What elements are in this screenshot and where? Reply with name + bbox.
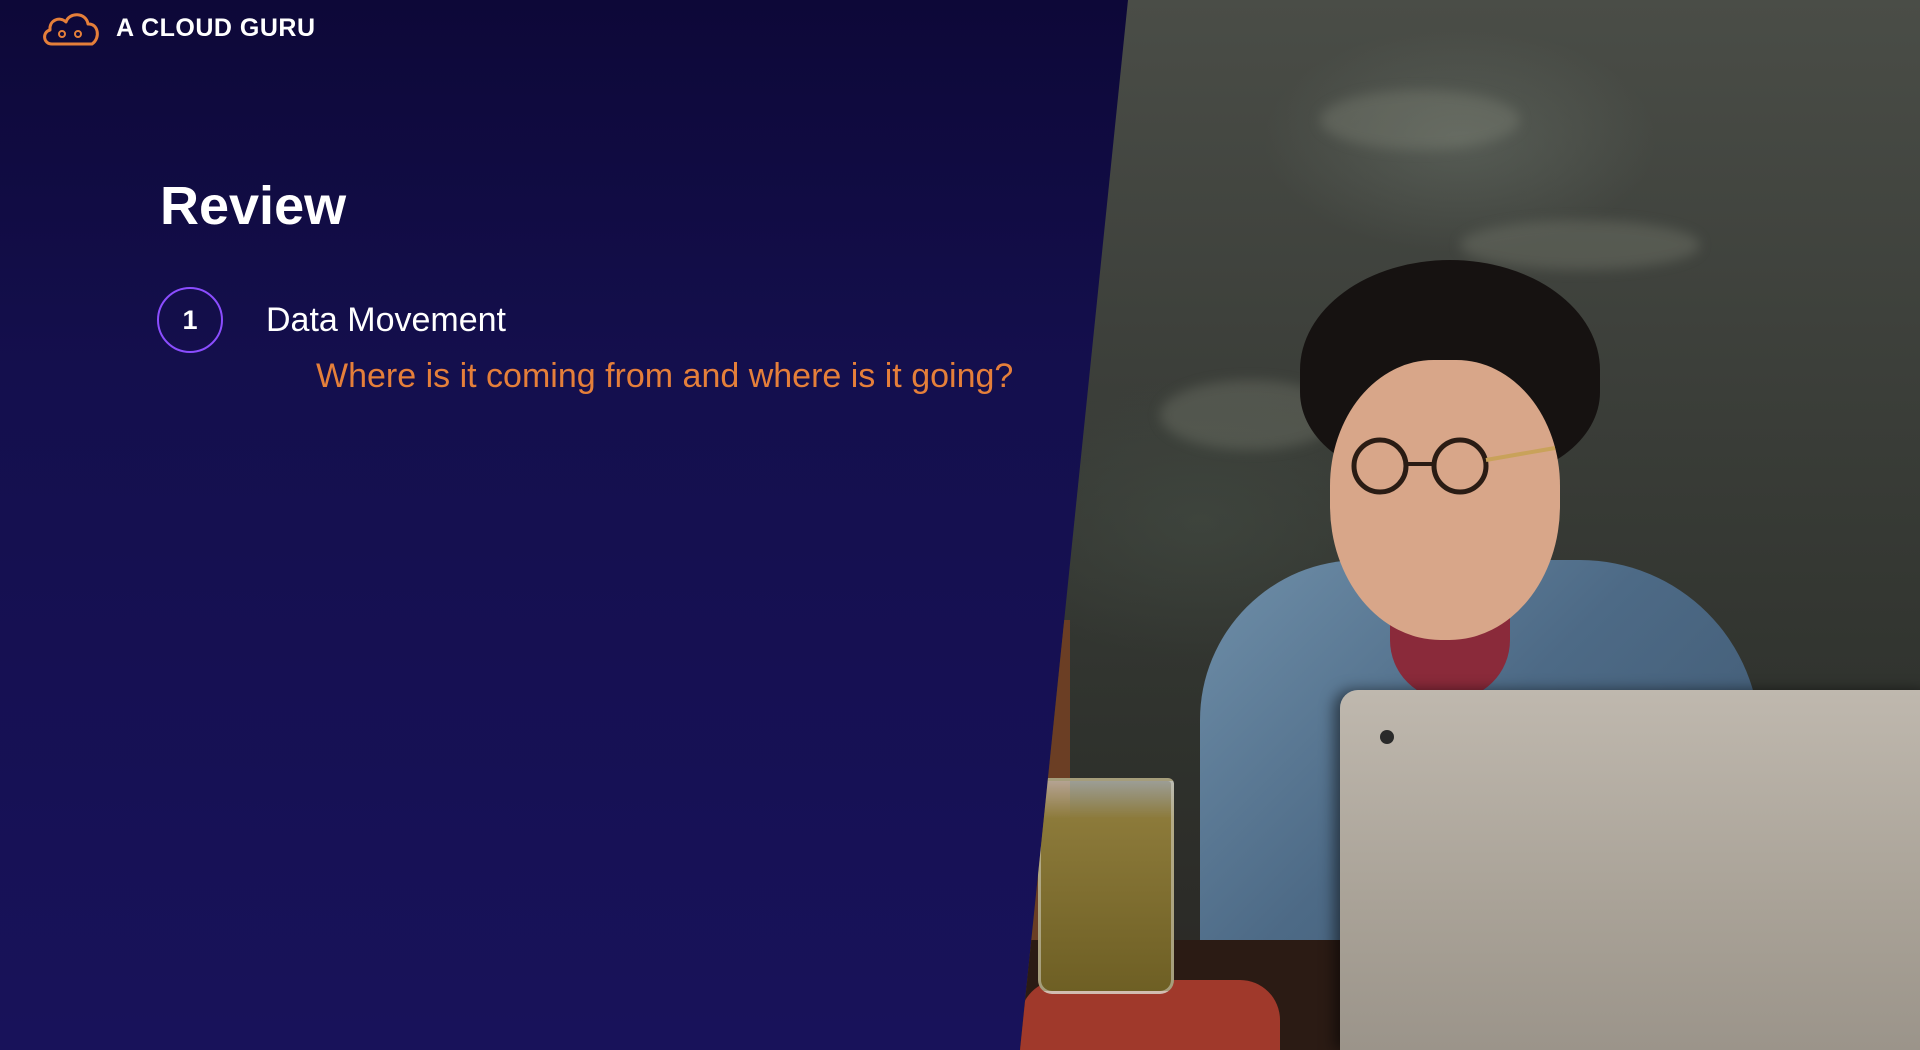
laptop xyxy=(1340,690,1920,1050)
slide-title: Review xyxy=(160,176,347,236)
brand-logo: A CLOUD GURU xyxy=(40,8,316,48)
slide: A CLOUD GURU Review 1 Data Movement Wher… xyxy=(0,0,1920,1050)
laptop-logo xyxy=(1380,730,1394,744)
wall-texture xyxy=(1460,220,1700,270)
cloud-logo-icon xyxy=(43,13,99,46)
beer-glass xyxy=(1038,778,1174,994)
glasses-icon xyxy=(1351,437,1556,495)
step-label: Data Movement xyxy=(266,301,506,339)
photo-person-laptop xyxy=(1020,0,1920,1050)
person-face xyxy=(1330,360,1560,640)
step-number-badge: 1 xyxy=(157,287,223,353)
step-subtitle: Where is it coming from and where is it … xyxy=(316,357,1014,395)
wall-texture xyxy=(1320,90,1520,150)
brand-name: A CLOUD GURU xyxy=(116,13,316,42)
